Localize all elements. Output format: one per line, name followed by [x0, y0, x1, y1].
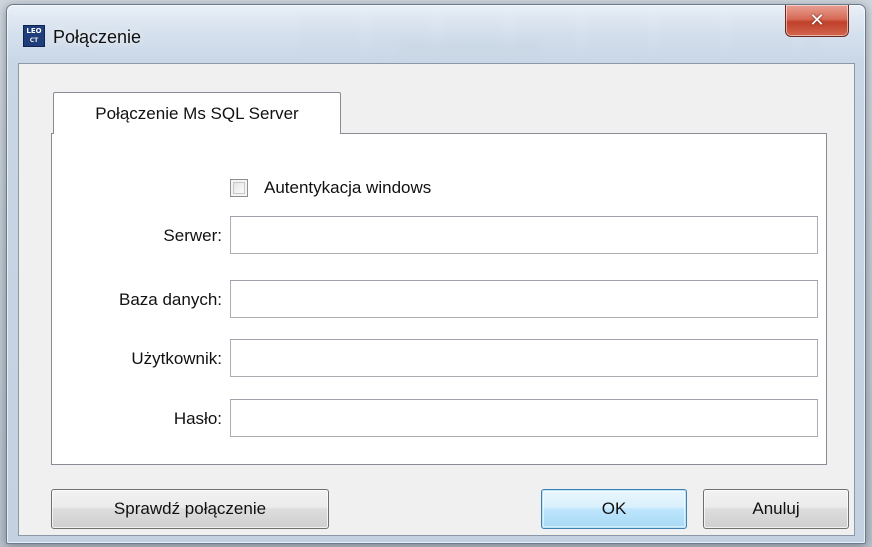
user-label: Użytkownik:	[131, 349, 222, 368]
window-title: Połączenie	[53, 27, 142, 47]
app-icon-text-top: LEO	[26, 27, 42, 35]
password-label: Hasło:	[173, 409, 222, 428]
windows-auth-label[interactable]: Autentykacja windows	[264, 178, 431, 198]
tab-label: Połączenie Ms SQL Server	[95, 103, 299, 123]
test-connection-button[interactable]: Sprawdź połączenie	[51, 489, 329, 529]
server-label: Serwer:	[163, 226, 222, 245]
leoct-app-icon[interactable]: LEO CT	[23, 25, 45, 47]
ok-label: OK	[601, 499, 627, 518]
windows-auth-row: Autentykacja windows	[230, 176, 431, 200]
windows-auth-checkbox[interactable]	[230, 179, 248, 197]
ok-button[interactable]: OK	[541, 489, 687, 529]
user-input[interactable]	[230, 339, 818, 377]
test-connection-label: Sprawdź połączenie	[113, 499, 267, 518]
server-input[interactable]	[230, 216, 818, 254]
tab-panel: Autentykacja windows Serwer: Baza danych…	[51, 133, 827, 465]
cancel-button[interactable]: Anuluj	[703, 489, 849, 529]
dialog-client-area: Połączenie Ms SQL Server Autentykacja wi…	[18, 63, 855, 536]
password-input[interactable]	[230, 399, 818, 437]
app-icon-text-bottom: CT	[29, 37, 39, 44]
database-input[interactable]	[230, 280, 818, 318]
tab-mssql-connection[interactable]: Połączenie Ms SQL Server	[53, 92, 341, 134]
cancel-label: Anuluj	[752, 499, 800, 518]
title-bar[interactable]: LEO CT Połączenie ✕	[7, 5, 865, 61]
close-button[interactable]: ✕	[785, 5, 849, 37]
connection-dialog: LEO CT Połączenie ✕ Połączenie Ms SQL Se…	[6, 4, 866, 544]
database-label: Baza danych:	[118, 290, 222, 309]
close-icon: ✕	[809, 10, 825, 31]
